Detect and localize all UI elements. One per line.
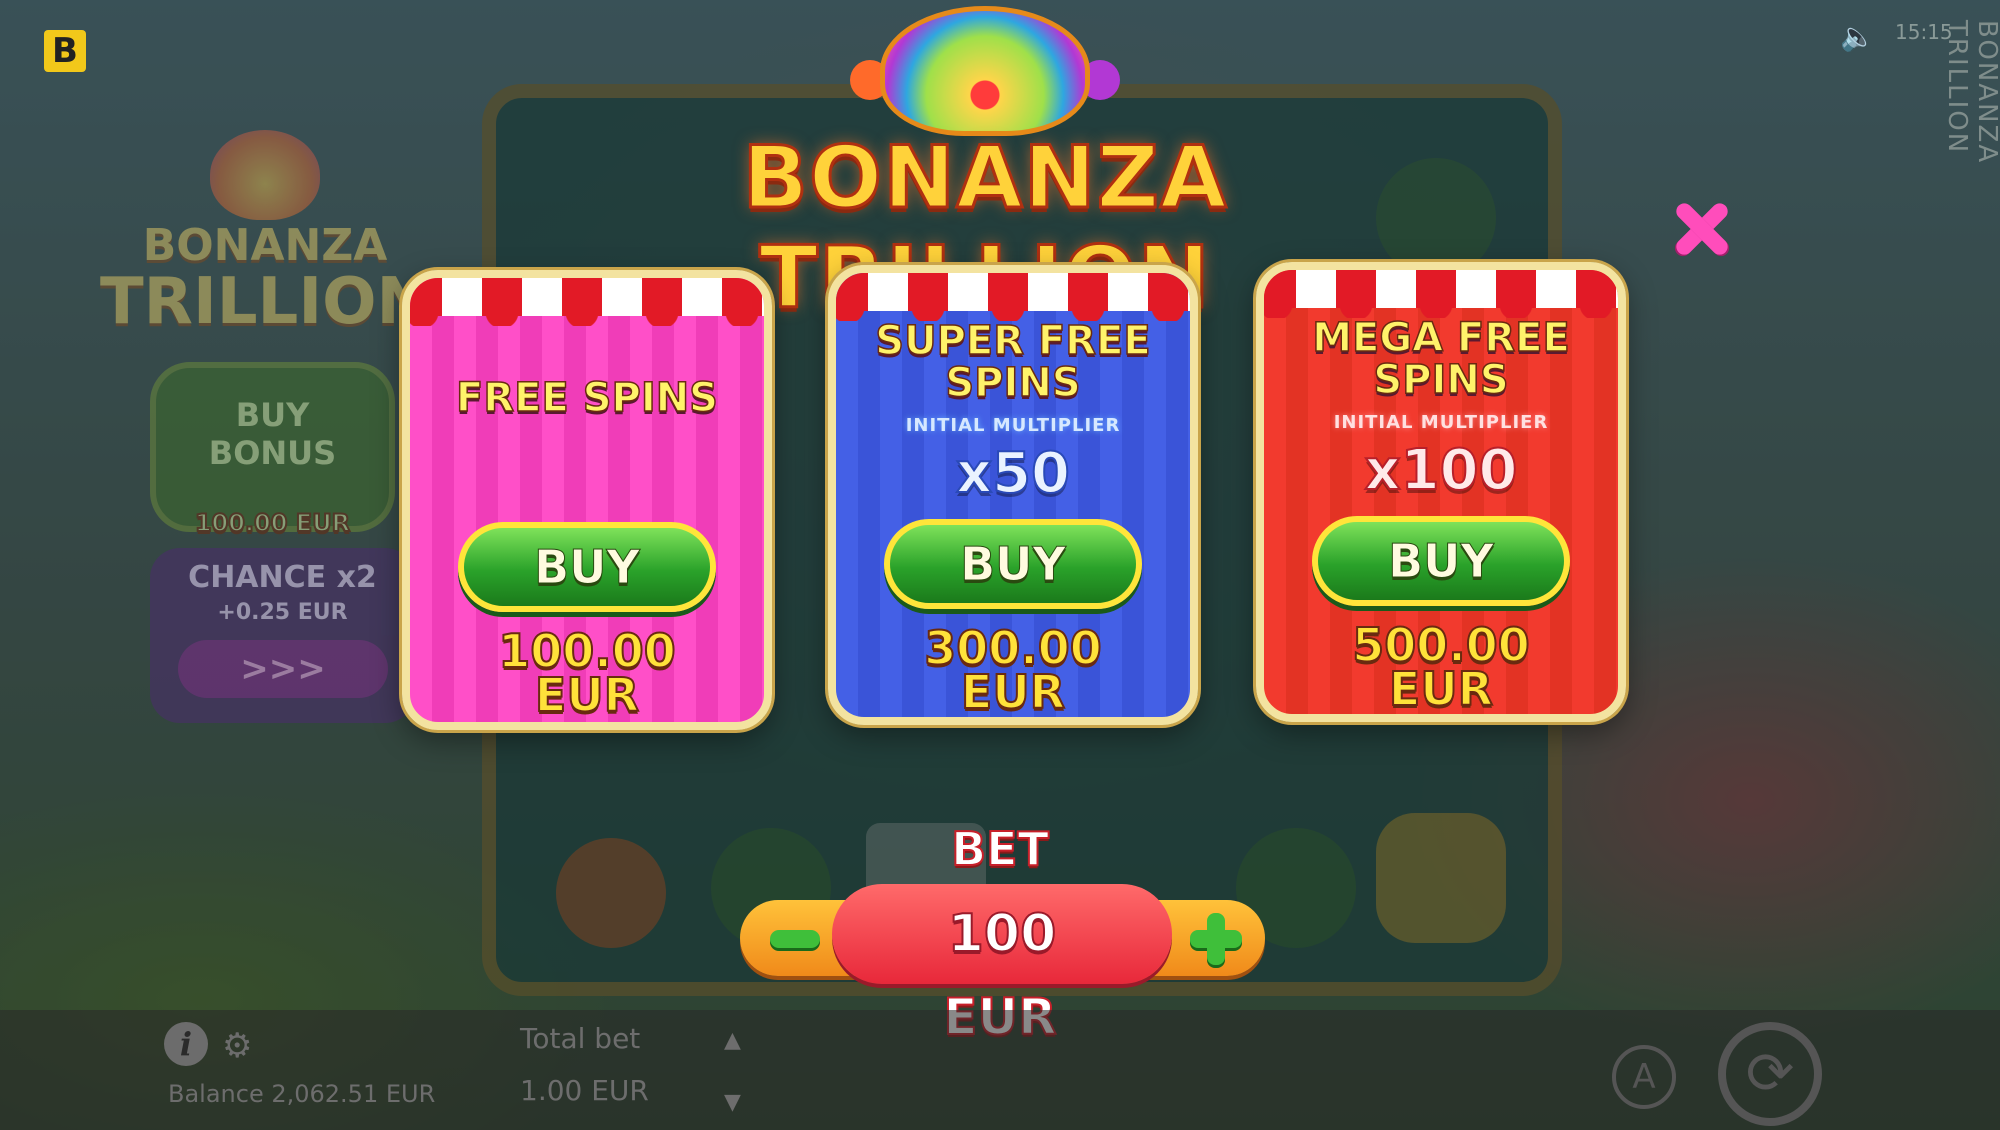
bet-increase-button[interactable] — [1190, 913, 1242, 965]
total-bet-label: Total bet — [520, 1022, 641, 1055]
clover-icon — [210, 130, 320, 220]
buy-free-spins-button[interactable]: BUY — [458, 522, 716, 612]
card-title-line2: SPINS — [945, 360, 1082, 406]
card-title-line2: SPINS — [1373, 357, 1510, 403]
multiplier-label: INITIAL MULTIPLIER — [1333, 412, 1549, 433]
side-chance-label: CHANCE x2 — [188, 560, 377, 595]
total-bet-value: 1.00 EUR — [520, 1074, 649, 1107]
side-chance-sub: +0.25 EUR — [217, 600, 348, 625]
side-chance-toggle: >>> — [178, 640, 388, 698]
card-title-line1: MEGA FREE — [1311, 315, 1570, 361]
card-price-unit: EUR — [960, 665, 1066, 719]
speaker-icon[interactable]: 🔈 — [1840, 20, 1875, 53]
card-awning — [1264, 270, 1618, 318]
spin-icon: ⟳ — [1745, 1039, 1795, 1107]
free-spins-card: FREE SPINS BUY 100.00 EUR — [402, 270, 772, 730]
plus-icon-stroke — [1207, 913, 1225, 965]
gear-icon[interactable]: ⚙ — [222, 1026, 252, 1066]
vertical-game-title: BONANZA TRILLION — [1942, 20, 2000, 165]
minus-icon — [770, 930, 820, 948]
buy-mega-free-spins-button[interactable]: BUY — [1312, 516, 1570, 606]
card-awning — [410, 278, 764, 326]
super-free-spins-card: SUPER FREE SPINS INITIAL MULTIPLIER x50 … — [828, 265, 1198, 725]
balance-text: Balance 2,062.51 EUR — [168, 1080, 436, 1108]
bet-decrease-button[interactable] — [770, 922, 822, 954]
multiplier-value: x50 — [955, 440, 1071, 507]
bet-up-arrow-icon[interactable]: ▲ — [724, 1028, 741, 1053]
card-price-unit: EUR — [1388, 662, 1494, 716]
game-logo: BONANZA TRILLION — [560, 0, 1410, 330]
side-chance-panel: CHANCE x2 +0.25 EUR >>> — [150, 548, 415, 723]
spin-button[interactable]: ⟳ — [1718, 1022, 1822, 1126]
side-buy-bonus-label: BUY BONUS — [208, 396, 337, 472]
card-title: FREE SPINS — [455, 375, 719, 421]
multiplier-value: x100 — [1363, 437, 1518, 504]
side-buy-bonus-price: 100.00 EUR — [194, 508, 351, 538]
card-title-line1: SUPER FREE — [875, 318, 1152, 364]
bet-down-arrow-icon[interactable]: ▼ — [724, 1090, 741, 1115]
bottom-bar — [0, 1010, 2000, 1130]
bet-label: BET — [950, 821, 1050, 877]
side-game-logo: BONANZA TRILLION — [100, 130, 430, 339]
close-button[interactable] — [1672, 200, 1731, 258]
info-icon[interactable]: i — [164, 1022, 208, 1066]
autoplay-button[interactable]: A — [1612, 1045, 1676, 1109]
side-logo-line1: BONANZA — [142, 220, 388, 271]
multiplier-label: INITIAL MULTIPLIER — [905, 415, 1121, 436]
mega-free-spins-card: MEGA FREE SPINS INITIAL MULTIPLIER x100 … — [1256, 262, 1626, 722]
buy-super-free-spins-button[interactable]: BUY — [884, 519, 1142, 609]
card-awning — [836, 273, 1190, 321]
clover-gem-icon — [880, 6, 1090, 136]
card-price-unit: EUR — [534, 668, 640, 722]
bet-value: 100 — [832, 884, 1172, 984]
brand-logo: B — [44, 30, 86, 72]
side-logo-line2: TRILLION — [100, 265, 431, 339]
side-buy-bonus-button: BUY BONUS 100.00 EUR — [150, 362, 395, 538]
